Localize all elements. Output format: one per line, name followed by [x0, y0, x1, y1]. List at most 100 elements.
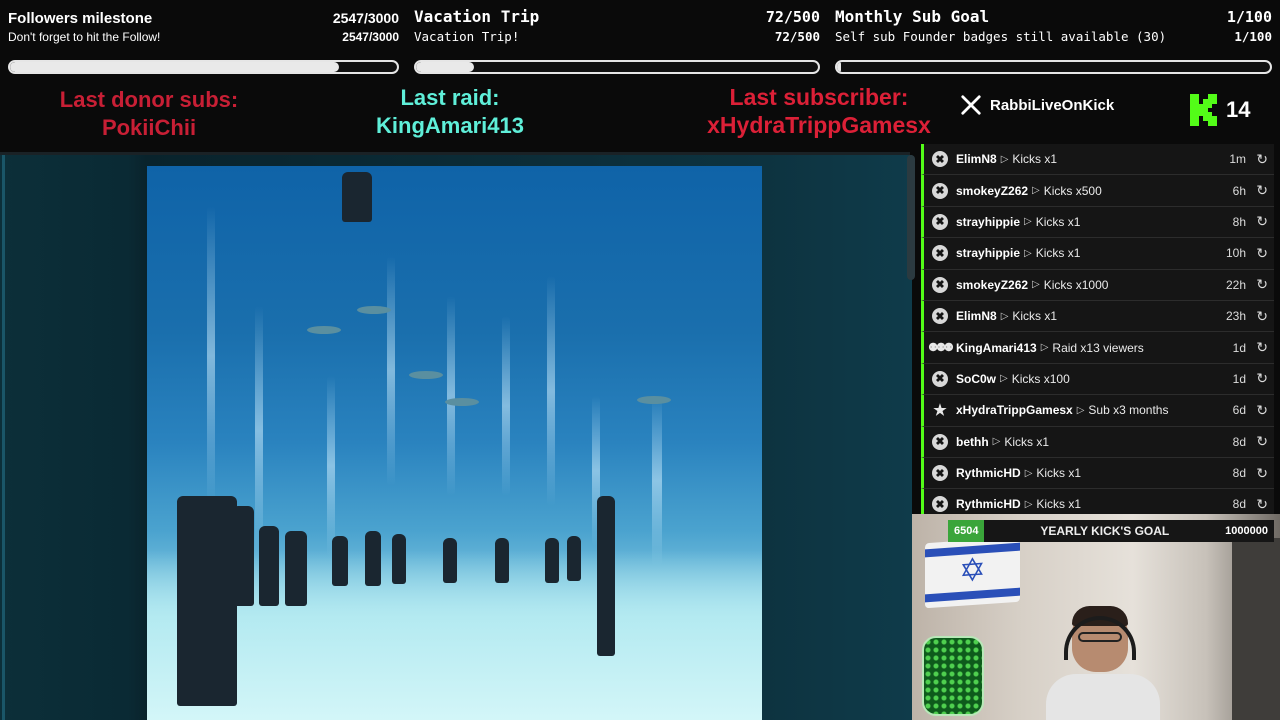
- streamer-hoodie: [1046, 674, 1160, 720]
- goal-subtitle: Vacation Trip!: [414, 29, 520, 44]
- light-ray: [387, 256, 395, 486]
- kick-icon: ✖: [932, 433, 948, 450]
- feed-item: ✖ bethh ▷ Kicks x1 8d ↻: [921, 426, 1274, 458]
- kick-icon: ✖: [932, 370, 948, 387]
- feed-action: Kicks x1: [1012, 309, 1058, 324]
- feed-time: 8d: [1232, 434, 1246, 449]
- feed-time: 22h: [1225, 277, 1246, 292]
- light-ray: [547, 276, 555, 506]
- goal-count: 2547/3000: [332, 10, 399, 26]
- feed-item: ✖ strayhippie ▷ Kicks x1 10h ↻: [921, 238, 1274, 270]
- feed-item: ✖ strayhippie ▷ Kicks x1 8h ↻: [921, 206, 1274, 239]
- goal-subcount: 72/500: [774, 29, 820, 44]
- x-handle-text: RabbiLiveOnKick: [990, 96, 1115, 114]
- followers-goal: Followers milestone 2547/3000 Don't forg…: [8, 0, 399, 80]
- light-ray: [327, 376, 335, 556]
- feed-time: 8h: [1232, 214, 1246, 229]
- feed-username: smokeyZ262: [956, 183, 1029, 198]
- arrow-icon: ▷: [1000, 310, 1009, 322]
- goal-subcount: 1/100: [1234, 29, 1272, 44]
- last-subscriber-name: xHydraTrippGamesx: [707, 112, 931, 138]
- replay-icon[interactable]: ↻: [1256, 339, 1268, 356]
- shark: [357, 306, 391, 314]
- replay-icon[interactable]: ↻: [1256, 433, 1268, 450]
- feed-action: Kicks x1: [1036, 497, 1082, 512]
- star-of-david-icon: ✡: [959, 551, 986, 589]
- viewer-counter: 14: [1190, 94, 1250, 126]
- feed-username: smokeyZ262: [956, 277, 1029, 292]
- feed-time: 8d: [1232, 466, 1246, 481]
- scrollbar[interactable]: [907, 155, 915, 280]
- replay-icon[interactable]: ↻: [1256, 465, 1268, 482]
- shark: [637, 396, 671, 404]
- monthly-sub-goal: Monthly Sub Goal 1/100 Self sub Founder …: [835, 0, 1272, 80]
- replay-icon[interactable]: ↻: [1256, 370, 1268, 387]
- light-ray: [255, 306, 263, 556]
- arrow-icon: ▷: [1024, 216, 1032, 228]
- viewer-count: 14: [1226, 97, 1251, 122]
- feed-username: strayhippie: [956, 214, 1021, 229]
- replay-icon[interactable]: ↻: [1256, 151, 1268, 168]
- kick-icon: ✖: [932, 213, 948, 230]
- feed-action: Raid x13 viewers: [1052, 340, 1144, 355]
- diver: [332, 536, 348, 586]
- last-raid-alert: Last raid: KingAmari413: [355, 84, 545, 140]
- feed-item: ⚉⚉⚉ KingAmari413 ▷ Raid x13 viewers 1d ↻: [921, 332, 1274, 364]
- feed-item: ✖ ElimN8 ▷ Kicks x1 23h ↻: [921, 300, 1274, 333]
- goal-progress-fill: [416, 62, 474, 72]
- replay-icon[interactable]: ↻: [1256, 276, 1268, 293]
- feed-username: xHydraTrippGamesx: [956, 403, 1073, 418]
- activity-feed: ✖ ElimN8 ▷ Kicks x1 1m ↻ ✖ smokeyZ262 ▷ Kicks x50…: [921, 144, 1274, 521]
- replay-icon[interactable]: ↻: [1256, 402, 1268, 419]
- goal-progress-bar: [835, 60, 1272, 74]
- light-ray: [502, 316, 510, 496]
- replay-icon[interactable]: ↻: [1256, 496, 1268, 513]
- kick-jar: [922, 636, 984, 716]
- feed-time: 10h: [1225, 246, 1246, 261]
- feed-time: 6h: [1232, 183, 1246, 198]
- feed-action: Kicks x100: [1011, 371, 1070, 386]
- diver: [259, 526, 279, 606]
- feed-time: 1d: [1232, 340, 1246, 355]
- kick-goal-label: YEARLY KICK'S GOAL: [1040, 524, 1170, 538]
- feed-action: Kicks x1: [1036, 466, 1082, 481]
- kick-logo-icon: [1190, 94, 1217, 126]
- arrow-icon: ▷: [1024, 247, 1032, 259]
- goal-subtitle: Self sub Founder badges still available …: [835, 29, 1167, 44]
- goal-title: Monthly Sub Goal: [835, 7, 990, 26]
- kick-goal-target: 1000000: [1225, 525, 1268, 537]
- kick-icon: ✖: [932, 276, 948, 293]
- goal-count: 1/100: [1226, 8, 1272, 26]
- underwater-video: [147, 166, 762, 720]
- shark: [307, 326, 341, 334]
- goal-progress-bar: [8, 60, 399, 74]
- arrow-icon: ▷: [1032, 185, 1040, 197]
- kick-icon: ✖: [932, 308, 948, 325]
- diver: [342, 172, 372, 222]
- replay-icon[interactable]: ↻: [1256, 308, 1268, 325]
- arrow-icon: ▷: [992, 436, 1001, 448]
- window-shutter: [1232, 538, 1280, 720]
- arrow-icon: ▷: [1000, 153, 1009, 165]
- shark: [409, 371, 443, 379]
- raid-icon: ⚉⚉⚉: [928, 342, 954, 355]
- last-raid-label: Last raid:: [400, 85, 500, 110]
- replay-icon[interactable]: ↻: [1256, 182, 1268, 199]
- feed-username: RythmicHD: [956, 466, 1021, 481]
- feed-action: Sub x3 months: [1088, 403, 1169, 418]
- arrow-icon: ▷: [1024, 498, 1033, 510]
- feed-item: ✖ smokeyZ262 ▷ Kicks x1000 22h ↻: [921, 269, 1274, 301]
- feed-action: Kicks x1000: [1043, 277, 1109, 292]
- replay-icon[interactable]: ↻: [1256, 213, 1268, 230]
- feed-item: ✖ RythmicHD ▷ Kicks x1 8d ↻: [921, 457, 1274, 490]
- feed-username: bethh: [956, 434, 989, 449]
- kick-icon: ✖: [932, 245, 948, 262]
- diver: [285, 531, 307, 606]
- feed-item: ★ xHydraTrippGamesx ▷ Sub x3 months 6d ↻: [921, 395, 1274, 427]
- feed-username: SoC0w: [956, 371, 997, 386]
- replay-icon[interactable]: ↻: [1256, 245, 1268, 262]
- goal-progress-fill: [837, 62, 842, 72]
- kick-icon: ✖: [932, 151, 948, 168]
- kick-goal-current: 6504: [948, 520, 985, 542]
- arrow-icon: ▷: [1024, 467, 1033, 479]
